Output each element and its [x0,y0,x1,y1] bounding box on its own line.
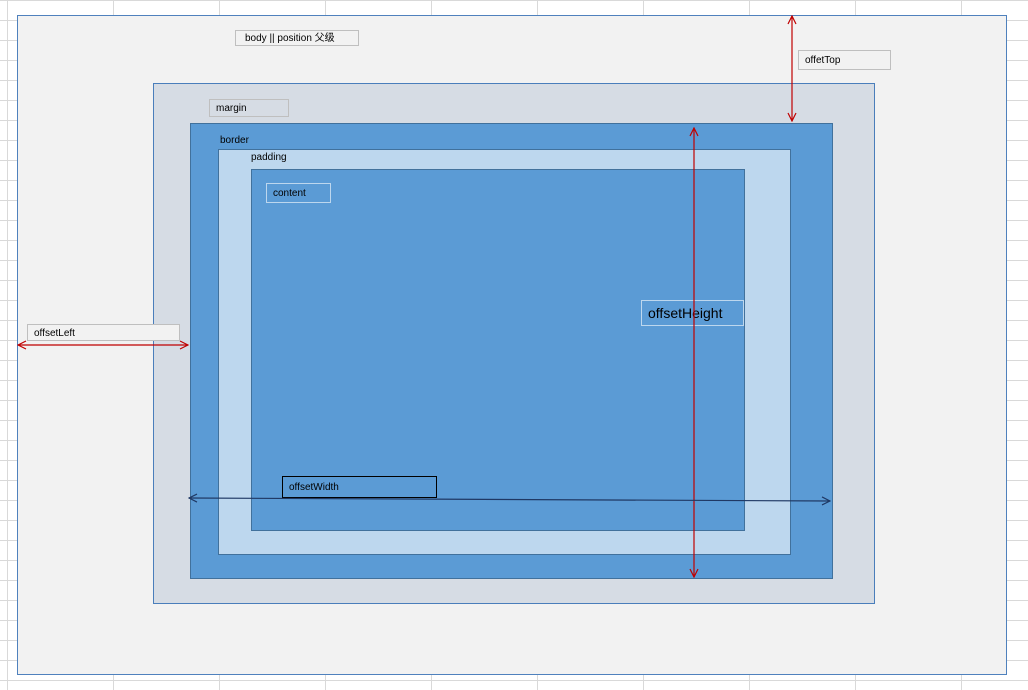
offsetwidth-arrow [189,498,830,501]
dimension-arrows [0,0,1028,690]
